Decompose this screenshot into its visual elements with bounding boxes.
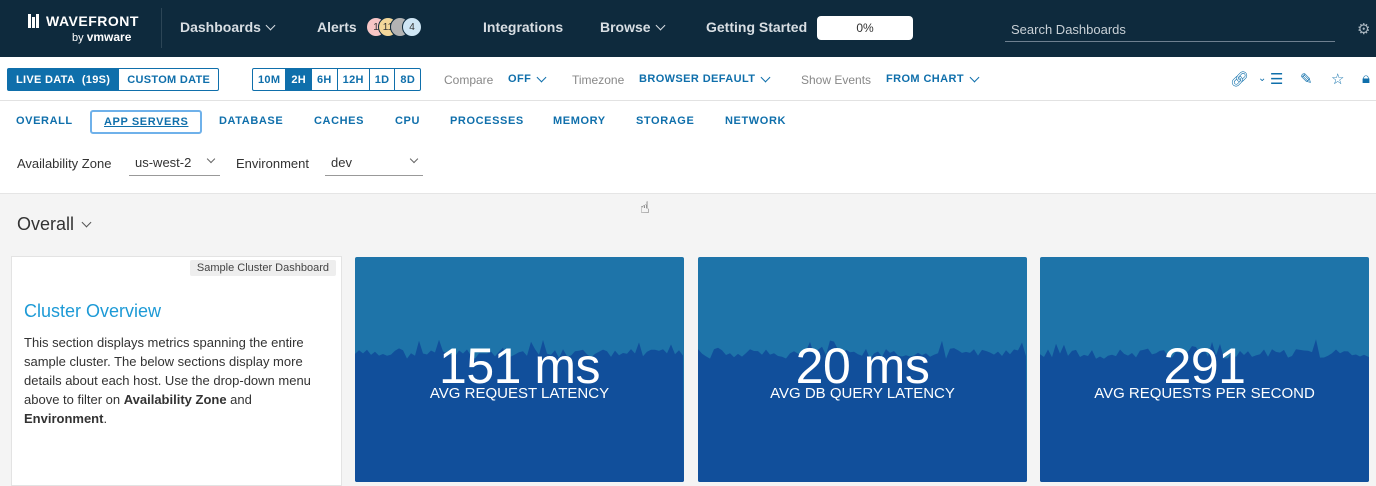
availability-zone-select[interactable]: us-west-2 [129,152,220,176]
nav-dashboards[interactable]: Dashboards [180,19,276,35]
environment-select[interactable]: dev [325,152,423,176]
range-2h[interactable]: 2H [285,69,311,90]
compare-dropdown[interactable]: OFF [508,72,547,85]
card-body-text: and [226,392,252,407]
section-title: Overall [17,214,75,234]
wavefront-logo[interactable]: WAVEFRONT by vmware [28,13,139,44]
tab-memory[interactable]: MEMORY [553,115,606,127]
timezone-label: Timezone [572,73,625,87]
nav-integrations[interactable]: Integrations [483,19,563,35]
chevron-down-icon [409,154,419,164]
section-tabs: OVERALL APP SERVERS DATABASE CACHES CPU … [0,101,1376,143]
lock-icon[interactable]: 🔒︎ [1362,70,1370,87]
card-tag: Sample Cluster Dashboard [189,260,336,276]
card-body: This section displays metrics spanning t… [24,333,324,428]
star-icon[interactable]: ☆ [1331,70,1344,88]
kpi-label: AVG REQUESTS PER SECOND [1094,385,1315,402]
chevron-down-icon [81,217,92,228]
timezone-value: BROWSER DEFAULT [639,73,756,85]
environment-value: dev [331,155,352,170]
tab-storage[interactable]: STORAGE [636,115,694,127]
nav-browse[interactable]: Browse [600,19,666,35]
tab-database[interactable]: DATABASE [219,115,283,127]
availability-zone-value: us-west-2 [135,155,192,170]
nav-getting-started-label: Getting Started [706,19,808,35]
kpi-card[interactable]: 20 ms AVG DB QUERY LATENCY [698,257,1027,482]
kpi-label: AVG DB QUERY LATENCY [770,385,955,402]
live-data-seconds: (19S) [81,73,111,86]
timezone-dropdown[interactable]: BROWSER DEFAULT [639,72,771,85]
wavefront-logo-icon [28,14,40,28]
range-6h[interactable]: 6H [310,69,337,90]
card-body-bold: Availability Zone [123,392,227,407]
logo-name: WAVEFRONT [46,13,139,29]
compare-label: Compare [444,73,494,87]
nav-browse-label: Browse [600,19,651,35]
show-events-dropdown[interactable]: FROM CHART [886,72,980,85]
compare-value: OFF [508,73,532,85]
nav-alerts-label: Alerts [317,19,357,35]
chevron-down-icon [760,72,771,82]
top-nav: WAVEFRONT by vmware Dashboards Alerts 1 … [0,0,1376,57]
variable-filters: Availability Zone us-west-2 Environment … [0,143,1376,194]
range-1d[interactable]: 1D [368,69,395,90]
progress-label: 0% [856,21,874,35]
kpi-label: AVG REQUEST LATENCY [429,385,610,402]
chevron-down-icon [265,20,276,30]
range-10m[interactable]: 10M [253,69,285,90]
tab-app-servers[interactable]: APP SERVERS [90,110,203,134]
range-12h[interactable]: 12H [336,69,369,90]
show-events-label: Show Events [801,73,872,87]
nav-divider [161,8,162,48]
live-data-button[interactable]: LIVE DATA (19S) [8,69,119,90]
kpi-card[interactable]: 291 AVG REQUESTS PER SECOND [1040,257,1369,482]
custom-date-button[interactable]: CUSTOM DATE [118,69,218,90]
hand-cursor-icon: ☝ [640,200,650,217]
pencil-icon[interactable]: ✎ [1300,70,1313,88]
search-dashboards-input[interactable] [1005,18,1335,42]
tab-cpu[interactable]: CPU [395,115,420,127]
logo-vendor: vmware [86,30,132,44]
data-mode-toggle: LIVE DATA (19S) CUSTOM DATE [7,68,220,91]
tab-network[interactable]: NETWORK [725,115,786,127]
nav-alerts[interactable]: Alerts [317,19,357,35]
gear-icon[interactable]: ⚙ [1357,20,1373,38]
availability-zone-label: Availability Zone [17,156,112,171]
dashboard-toolbar: LIVE DATA (19S) CUSTOM DATE 10M 2H 6H 12… [0,57,1376,101]
show-events-value: FROM CHART [886,73,964,85]
alert-badges[interactable]: 1 11 4 [366,17,422,37]
getting-started-progress[interactable]: 0% [817,16,913,40]
tab-overall[interactable]: OVERALL [16,115,73,127]
caret-down-icon[interactable]: ⌄ [1258,73,1266,84]
tab-caches[interactable]: CACHES [314,115,364,127]
section-header-overall[interactable]: Overall [17,214,92,235]
tab-processes[interactable]: PROCESSES [450,115,524,127]
live-data-label: LIVE DATA [16,73,76,86]
nav-integrations-label: Integrations [483,19,564,35]
card-title: Cluster Overview [24,301,162,321]
nav-getting-started[interactable]: Getting Started [706,19,807,35]
kpi-card[interactable]: 151 ms AVG REQUEST LATENCY [355,257,684,482]
card-body-bold: Environment [24,411,104,426]
card-body-text: . [103,411,108,426]
time-range-selector: 10M 2H 6H 12H 1D 8D [252,68,422,91]
chevron-down-icon [206,154,216,164]
nav-dashboards-label: Dashboards [180,19,261,35]
chevron-down-icon [969,72,980,82]
chevron-down-icon [536,72,547,82]
alert-badge-info: 4 [402,17,422,37]
link-icon[interactable]: 🔗︎ [1230,70,1249,88]
environment-label: Environment [236,156,309,171]
logo-by: by [72,32,84,44]
chevron-down-icon [655,20,666,30]
list-icon[interactable]: ☰ [1270,70,1283,88]
range-8d[interactable]: 8D [394,69,420,90]
cluster-overview-card: Sample Cluster Dashboard Cluster Overvie… [11,256,342,486]
